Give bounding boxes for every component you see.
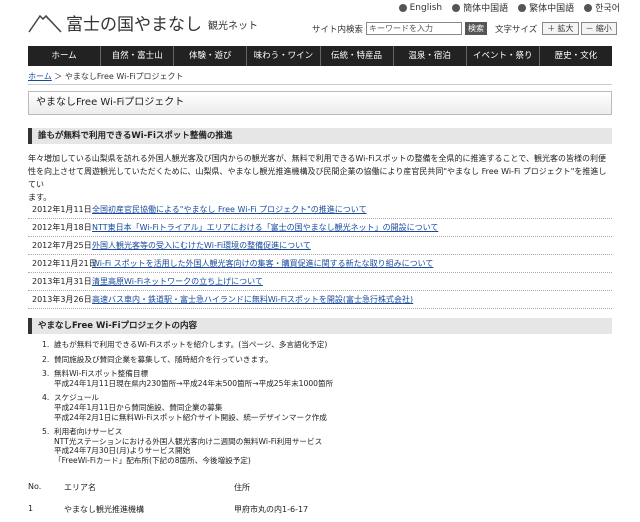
breadcrumb-home-link[interactable]: ホーム	[28, 72, 52, 81]
lang-korean[interactable]: 한국어	[584, 1, 620, 14]
list-number: 2.	[42, 354, 50, 364]
cell-no: 1	[28, 504, 34, 513]
news-item: 2013年1月31日 清里高原Wi-Fiネットワークの立ち上げについて	[28, 273, 612, 291]
page-title: やまなしFree Wi-Fiプロジェクト	[28, 91, 612, 115]
news-item: 2013年3月26日 高速バス車内・鉄道駅・富士急ハイランドに無料Wi-Fiスポ…	[28, 291, 612, 309]
language-switcher: English 簡体中国語 繁体中国語 한국어	[398, 1, 620, 14]
list-number: 1.	[42, 340, 50, 349]
nav-item-history[interactable]: 歴史・文化	[540, 46, 612, 66]
mount-fuji-icon	[28, 12, 62, 34]
news-date: 2013年1月31日	[32, 277, 92, 286]
bullet-icon	[452, 3, 461, 12]
news-link[interactable]: 高速バス車内・鉄道駅・富士急ハイランドに無料Wi-Fiスポットを開設(富士急行株…	[92, 294, 413, 305]
news-date: 2012年7月25日	[32, 241, 92, 250]
column-header-area: エリア名	[64, 483, 96, 492]
enlarge-text-button[interactable]: ＋ 拡大	[542, 22, 579, 35]
list-text: 平成24年1月11日から賛同施設、賛同企業の募集	[54, 402, 223, 412]
nav-item-home[interactable]: ホーム	[28, 46, 102, 66]
search-button[interactable]: 検索	[465, 22, 488, 35]
list-text: 無料Wi-Fiスポット整備目標	[54, 369, 149, 379]
global-nav: ホーム 自然・富士山 体験・遊び 味わう・ワイン 伝統・特産品 温泉・宿泊 イベ…	[28, 46, 612, 66]
list-item: 3. 無料Wi-Fiスポット整備目標 平成24年1月11日現在県内230箇所→平…	[42, 369, 602, 388]
column-header-address: 住所	[234, 483, 250, 492]
list-text: 平成24年7月30日(月)よりサービス開始	[54, 446, 191, 456]
nav-item-onsen[interactable]: 温泉・宿泊	[394, 46, 467, 66]
logo-title: 富士の国やまなし	[66, 15, 202, 35]
nav-item-nature[interactable]: 自然・富士山	[101, 46, 175, 66]
site-header: 富士の国やまなし 観光ネット English 簡体中国語 繁体中国語 한국어 サ…	[0, 0, 640, 46]
news-item: 2012年1月18日 NTT東日本「Wi-Fiトライアル」エリアにおける「富士の…	[28, 219, 612, 237]
cell-address: 甲府市丸の内1-6-17	[234, 505, 309, 514]
list-text: 利用者向けサービス	[54, 427, 123, 437]
cell-area: やまなし観光推進機構	[64, 505, 144, 514]
bullet-icon	[398, 3, 407, 12]
bullet-icon	[518, 3, 527, 12]
news-item: 2012年1月11日 全国初産官民協働による"やまなし Free Wi-Fi プ…	[28, 201, 612, 219]
news-date: 2013年3月26日	[32, 295, 92, 304]
news-item: 2012年11月21日 Wi-Fi スポットを活用した外国人観光客向けの集客・購…	[28, 255, 612, 273]
breadcrumb-separator: ＞	[51, 72, 65, 81]
text-size-label: 文字サイズ	[495, 24, 538, 35]
lang-traditional-chinese[interactable]: 繁体中国語	[518, 1, 574, 14]
list-text: スケジュール	[54, 393, 100, 403]
bullet-icon	[584, 3, 593, 12]
search-label: サイト内検索	[312, 24, 364, 35]
intro-line: 性を向上させて周遊観光していただくために、山梨県、やまなし観光推進機構及び民間企…	[28, 167, 607, 189]
shrink-text-button[interactable]: － 縮小	[580, 22, 617, 35]
news-link[interactable]: 清里高原Wi-Fiネットワークの立ち上げについて	[92, 276, 263, 287]
intro-line: 年々増加している山梨県を訪れる外国人観光客及び国内からの観光客が、無料で利用でき…	[28, 154, 606, 163]
nav-item-tradition[interactable]: 伝統・特産品	[321, 46, 394, 66]
news-link[interactable]: NTT東日本「Wi-Fiトライアル」エリアにおける「富士の国やまなし観光ネット」…	[92, 222, 438, 233]
divider	[28, 84, 612, 85]
nav-item-taste[interactable]: 味わう・ワイン	[247, 46, 321, 66]
list-text: 賛同施設及び賛同企業を募集して、随時紹介を行っていきます。	[54, 354, 273, 364]
news-link[interactable]: 全国初産官民協働による"やまなし Free Wi-Fi プロジェクト"の推進につ…	[92, 204, 367, 215]
list-number: 3.	[42, 369, 50, 379]
list-text: 平成24年1月11日現在県内230箇所→平成24年末500箇所→平成25年末10…	[54, 378, 334, 388]
intro-paragraph: 年々増加している山梨県を訪れる外国人観光客及び国内からの観光客が、無料で利用でき…	[28, 152, 612, 204]
news-item: 2012年7月25日 外国人観光客等の受入にむけたWi-Fi環境の整備促進につい…	[28, 237, 612, 255]
news-list: 2012年1月11日 全国初産官民協働による"やまなし Free Wi-Fi プ…	[28, 201, 612, 309]
table-header-row: No. エリア名 住所	[28, 482, 612, 493]
list-text: 平成24年2月1日に無料Wi-Fiスポット紹介サイト開設、統一デザインマーク作成	[54, 412, 327, 422]
section-heading-project-contents: やまなしFree Wi-Fiプロジェクトの内容	[28, 318, 612, 334]
list-item: 5. 利用者向けサービス NTT光ステーションにおける外国人観光客向け二週間の無…	[42, 427, 602, 465]
breadcrumb-current: やまなしFree Wi-Fiプロジェクト	[64, 72, 184, 81]
search-input[interactable]	[366, 22, 463, 35]
list-text: 「FreeWi-Fiカード」配布所(下記の8箇所、今後増設予定)	[54, 455, 251, 465]
project-contents-list: 1. 誰もが無料で利用できるWi-Fiスポットを紹介します。(当ページ、多言語化…	[42, 340, 602, 471]
logo-subtitle: 観光ネット	[208, 21, 258, 32]
list-item: 2. 賛同施設及び賛同企業を募集して、随時紹介を行っていきます。	[42, 355, 602, 365]
list-number: 5.	[42, 427, 50, 437]
column-header-no: No.	[28, 482, 42, 491]
site-logo[interactable]: 富士の国やまなし 観光ネット	[28, 10, 258, 35]
list-text: 誰もが無料で利用できるWi-Fiスポットを紹介します。(当ページ、多言語化予定)	[54, 340, 328, 349]
list-item: 1. 誰もが無料で利用できるWi-Fiスポットを紹介します。(当ページ、多言語化…	[42, 340, 602, 350]
news-date: 2012年1月18日	[32, 223, 92, 232]
list-item: 4. スケジュール 平成24年1月11日から賛同施設、賛同企業の募集 平成24年…	[42, 393, 602, 422]
section-heading-wifi-promotion: 誰もが無料で利用できるWi-Fiスポット整備の推進	[28, 128, 612, 144]
news-date: 2012年11月21日	[32, 259, 97, 268]
nav-item-experience[interactable]: 体験・遊び	[174, 46, 248, 66]
search-bar: サイト内検索 検索 文字サイズ ＋ 拡大 － 縮小	[312, 22, 617, 35]
news-date: 2012年1月11日	[32, 205, 92, 214]
list-text: NTT光ステーションにおける外国人観光客向け二週間の無料Wi-Fi利用サービス	[54, 436, 323, 446]
list-number: 4.	[42, 393, 50, 403]
nav-item-events[interactable]: イベント・祭り	[467, 46, 540, 66]
lang-simplified-chinese[interactable]: 簡体中国語	[452, 1, 508, 14]
lang-english[interactable]: English	[398, 1, 442, 14]
news-link[interactable]: Wi-Fi スポットを活用した外国人観光客向けの集客・購買促進に関する新たな取り…	[92, 258, 433, 269]
breadcrumb: ホーム ＞ やまなしFree Wi-Fiプロジェクト	[28, 71, 183, 82]
news-link[interactable]: 外国人観光客等の受入にむけたWi-Fi環境の整備促進について	[92, 240, 311, 251]
table-row: 1 やまなし観光推進機構 甲府市丸の内1-6-17	[28, 504, 612, 515]
